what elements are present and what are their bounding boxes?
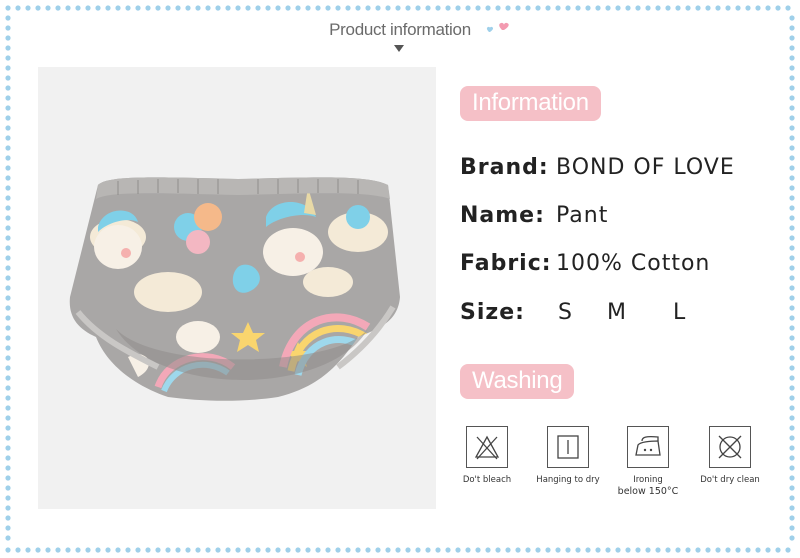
iron-icon (627, 426, 669, 468)
down-arrow-icon (394, 45, 404, 52)
wash-caption-line: below 150°C (617, 486, 679, 497)
fabric-row: Fabric: 100% Cotton (460, 251, 709, 276)
hang-dry-icon (547, 426, 589, 468)
size-label: Size: (460, 300, 525, 325)
information-section-label: Information (460, 86, 601, 121)
brand-row: Brand: BOND OF LOVE (460, 155, 734, 180)
washing-section-label: Washing (460, 364, 575, 399)
wash-item-iron: Ironing below 150°C (608, 426, 688, 498)
fabric-label: Fabric: (460, 251, 552, 276)
wash-caption: Do't bleach (462, 475, 512, 485)
size-values: S M L (556, 300, 686, 325)
hearts-icon (486, 22, 509, 32)
wash-caption: Ironing below 150°C (608, 474, 688, 498)
wash-caption: Hanging to dry (536, 475, 600, 485)
no-dry-clean-icon (709, 426, 751, 468)
header: Product information (0, 20, 800, 40)
wash-item-no-bleach: Do't bleach (447, 426, 527, 486)
wash-caption: Do't dry clean (700, 475, 760, 485)
page-title: Product information (329, 20, 471, 39)
size-row: Size: S M L (460, 300, 685, 325)
product-photo (38, 67, 436, 509)
size-option: S (558, 300, 573, 325)
wash-item-no-dry-clean: Do't dry clean (690, 426, 770, 486)
name-row: Name: Pant (460, 203, 607, 228)
brand-label: Brand: (460, 155, 549, 180)
brand-value: BOND OF LOVE (556, 155, 735, 180)
wash-caption-line: Ironing (633, 475, 663, 485)
name-label: Name: (460, 203, 545, 228)
name-value: Pant (556, 203, 609, 228)
wash-item-hang-dry: Hanging to dry (528, 426, 608, 486)
size-option: L (672, 300, 687, 325)
fabric-value: 100% Cotton (556, 251, 711, 276)
size-option: M (606, 300, 627, 325)
no-bleach-icon (466, 426, 508, 468)
